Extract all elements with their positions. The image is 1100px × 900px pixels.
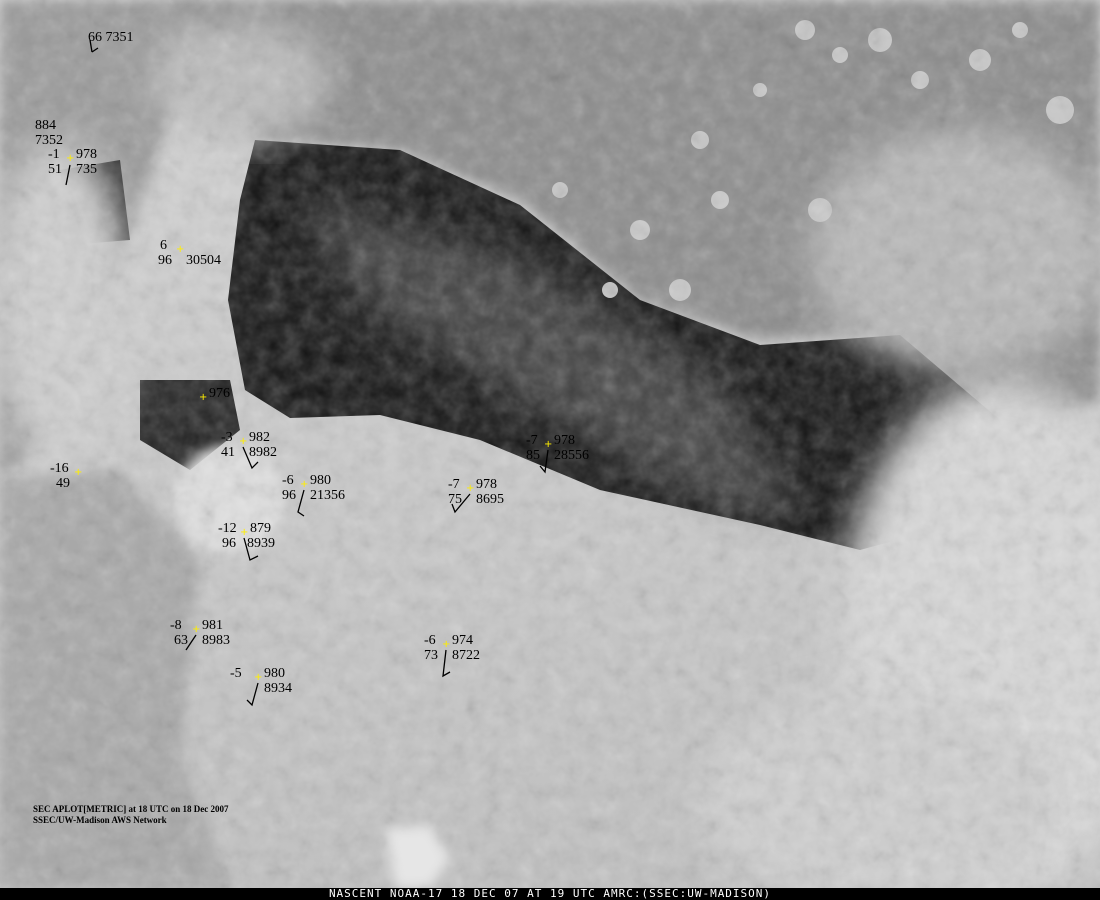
wind-barb-icon	[539, 449, 549, 474]
wind-barb-icon	[442, 649, 451, 678]
wind-barb-icon	[89, 39, 99, 53]
wind-barb-icon	[451, 493, 471, 514]
image-footer-caption: NASCENT NOAA-17 18 DEC 07 AT 19 UTC AMRC…	[0, 888, 1100, 900]
wind-barb-icon	[246, 682, 259, 707]
network-label: SSEC/UW-Madison AWS Network	[33, 815, 167, 825]
plot-header-text: SEC APLOT[METRIC] at 18 UTC on 18 Dec 20…	[33, 804, 229, 814]
satellite-image-view: 66 7351 884 7352 + -1 978 51 735 + 6 96 …	[0, 0, 1100, 900]
wind-barb-icon	[185, 634, 197, 651]
wind-barb-icon	[65, 164, 71, 186]
wind-barb-icon	[242, 446, 259, 470]
wind-barb-icon	[297, 489, 305, 517]
wind-barbs	[65, 39, 549, 707]
wind-barb-icon	[243, 537, 259, 561]
